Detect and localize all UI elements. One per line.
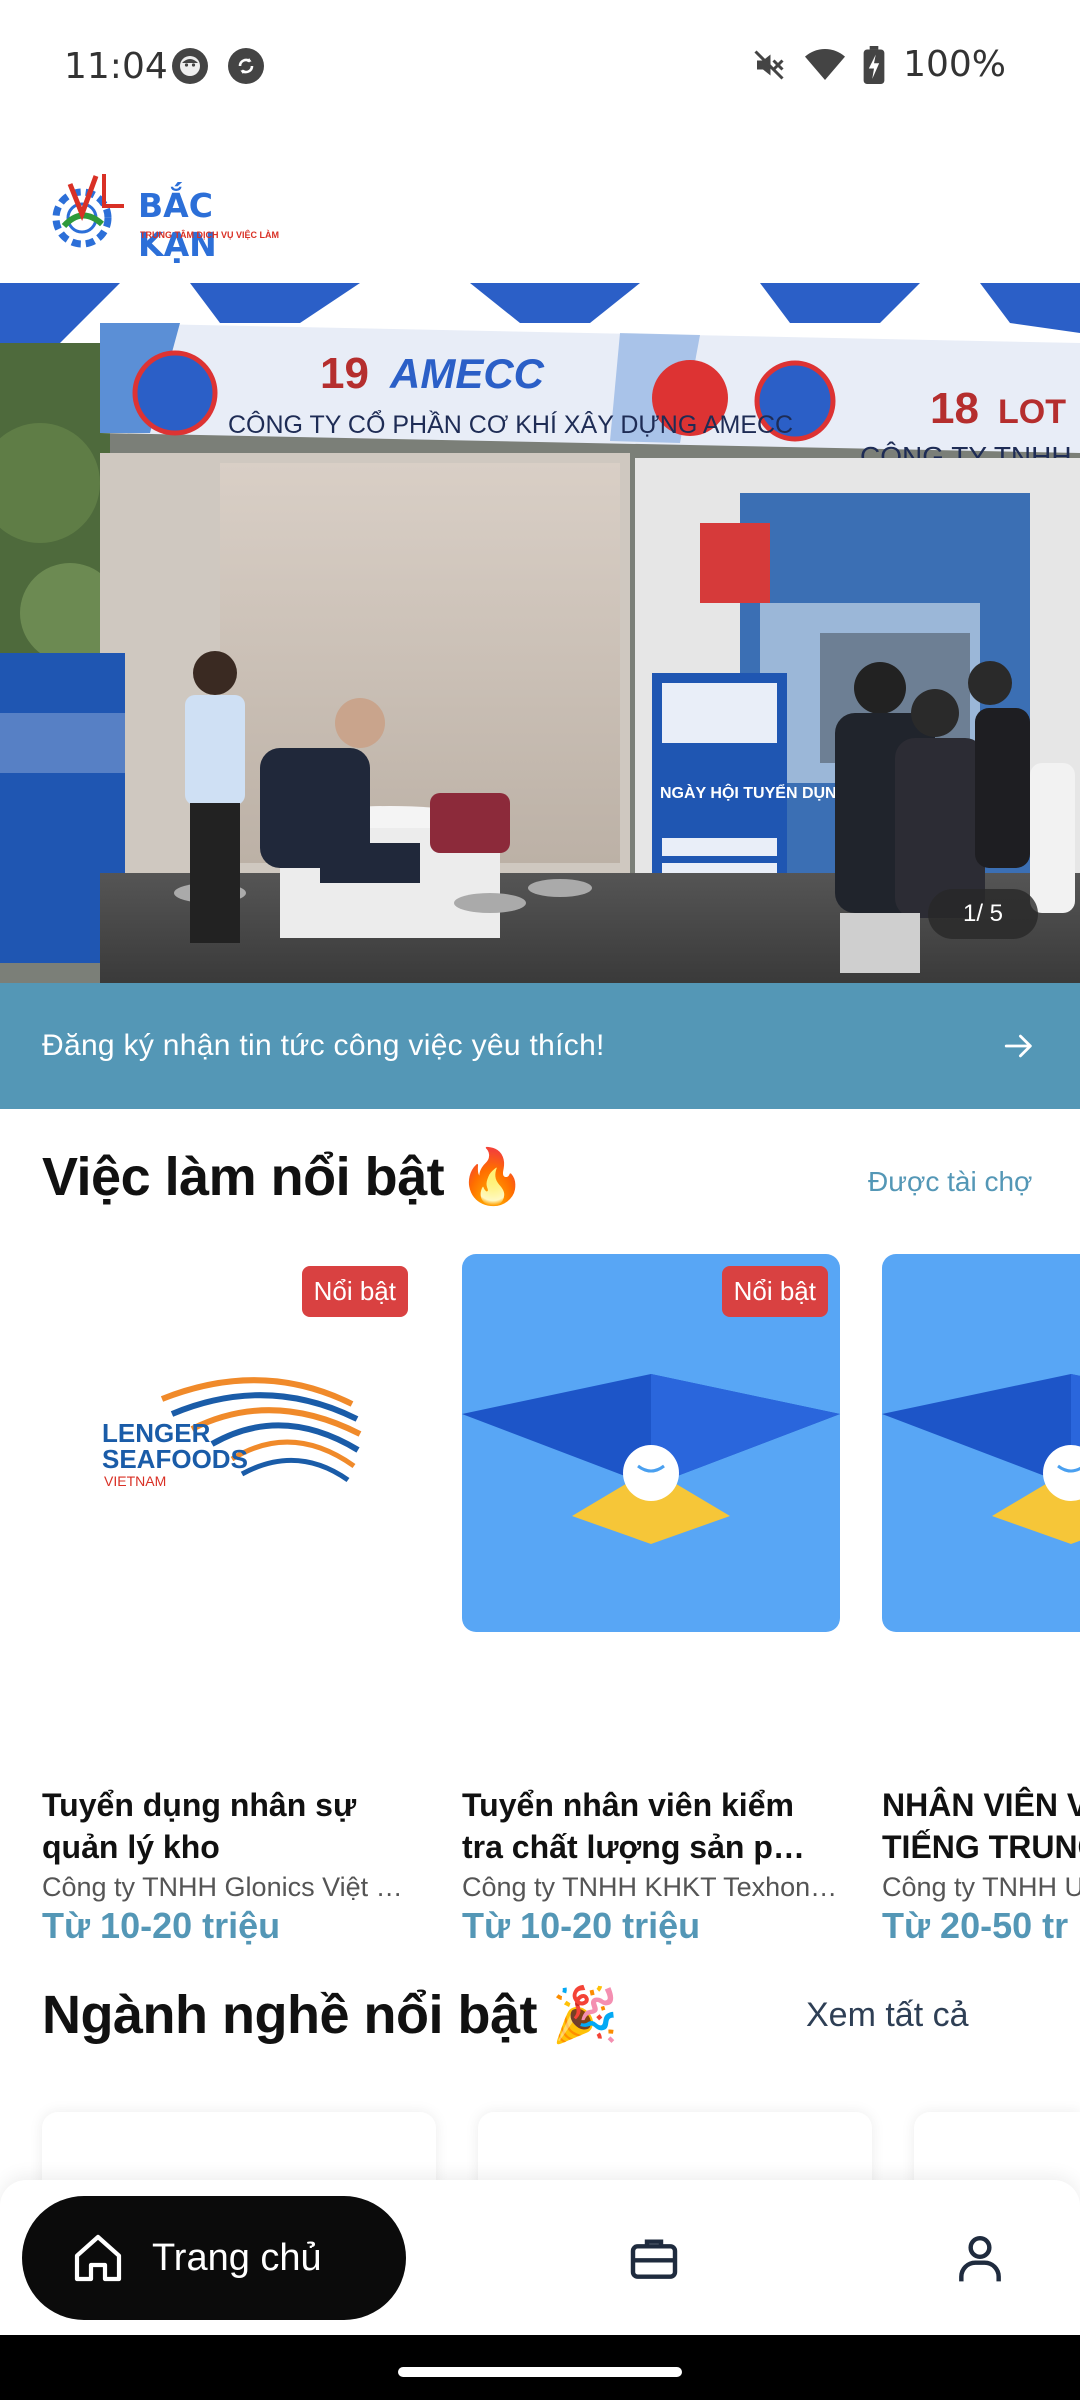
job-salary: Từ 10-20 triệu (42, 1905, 281, 1946)
job-placeholder-image (882, 1254, 1080, 1632)
battery-percent: 100% (903, 44, 1006, 85)
subscribe-label: Đăng ký nhận tin tức công việc yêu thích… (42, 1029, 605, 1062)
bottom-navigation: Trang chủ (0, 2180, 1080, 2335)
featured-badge: Nổi bật (721, 1266, 828, 1317)
battery-icon (863, 45, 885, 84)
status-time: 11:04 (64, 46, 168, 87)
home-icon (74, 2234, 122, 2282)
booth-number-right: 18 (930, 384, 979, 433)
job-title: Tuyển nhân viên kiểm tra chất lượng sản … (462, 1784, 840, 1868)
nav-home-label: Trang chủ (152, 2236, 322, 2279)
featured-jobs-link[interactable]: Được tài chợ (868, 1166, 1032, 1198)
sync-notification-icon (228, 48, 264, 84)
job-title-line2: TIẾNG TRUNG (882, 1829, 1080, 1865)
hero-carousel[interactable]: 19 AMECC CÔNG TY CỔ PHẦN CƠ KHÍ XÂY DỰNG… (0, 283, 1080, 983)
booth-number-left: 19 (320, 349, 369, 398)
status-bar: 11:04 100% (0, 0, 1080, 135)
face-notification-icon (172, 48, 208, 84)
job-placeholder-image: Nổi bật (462, 1254, 840, 1632)
featured-jobs-title: Việc làm nổi bật 🔥 (42, 1147, 526, 1207)
profile-icon[interactable] (952, 2230, 1008, 2286)
booth-company-left: CÔNG TY CỔ PHẦN CƠ KHÍ XÂY DỰNG AMECC (228, 409, 793, 439)
featured-industries-title: Ngành nghề nổi bật 🎉 (42, 1985, 619, 2045)
job-salary: Từ 10-20 triệu (462, 1905, 701, 1946)
subscribe-banner[interactable]: Đăng ký nhận tin tức công việc yêu thích… (0, 983, 1080, 1109)
job-card-clip: NHÂN VIÊN V TIẾNG TRUNG Công ty TNHH U T… (882, 1254, 1080, 1974)
job-title-line1: Tuyển nhân viên kiểm (462, 1787, 794, 1823)
job-company: Công ty TNHH KHKT Texhon… (462, 1872, 838, 1902)
job-title-line2: tra chất lượng sản p… (462, 1829, 805, 1865)
arrow-right-icon[interactable] (1002, 1029, 1036, 1063)
job-card[interactable]: Nổi bật Tuyển nhân viên kiểm tra chất lư… (462, 1254, 840, 1947)
job-title-line2: quản lý kho (42, 1829, 220, 1865)
nav-home-button[interactable]: Trang chủ (22, 2196, 406, 2320)
lenger-logo-line3: VIETNAM (104, 1473, 166, 1489)
logo-gear-icon (52, 174, 124, 248)
system-icons: 100% (751, 44, 1006, 85)
booth-brand-right: LOT (998, 393, 1066, 431)
logo-title: BẮC KẠN (138, 186, 217, 264)
lenger-logo-line2: SEAFOODS (102, 1444, 248, 1474)
job-title: NHÂN VIÊN V TIẾNG TRUNG (882, 1784, 1080, 1868)
poster-title: NGÀY HỘI TUYỂN DỤNG (660, 783, 849, 802)
company-logo-lenger: Nổi bật LENGER SEAFOODS VIETNAM (42, 1254, 420, 1632)
home-gesture-handle[interactable] (398, 2367, 682, 2377)
envelope-placeholder-icon (882, 1374, 1080, 1544)
job-card[interactable]: NHÂN VIÊN V TIẾNG TRUNG Công ty TNHH U T… (882, 1254, 1080, 1947)
booth-brand-left: AMECC (389, 350, 545, 397)
mute-icon (754, 49, 784, 80)
wifi-icon (805, 48, 846, 80)
job-title-line1: Tuyển dụng nhân sự (42, 1787, 357, 1823)
see-all-link[interactable]: Xem tất cả (806, 1996, 969, 2035)
notification-icons (172, 48, 264, 84)
job-fair-photo: 19 AMECC CÔNG TY CỔ PHẦN CƠ KHÍ XÂY DỰNG… (0, 283, 1080, 983)
job-card[interactable]: Nổi bật LENGER SEAFOODS VIETNAM Tuyển dụ… (42, 1254, 420, 1947)
briefcase-icon[interactable] (626, 2230, 682, 2286)
lenger-logo-graphic: LENGER SEAFOODS VIETNAM (102, 1377, 362, 1489)
job-title: Tuyển dụng nhân sự quản lý kho (42, 1784, 420, 1868)
job-company: Công ty TNHH Glonics Việt … (42, 1872, 403, 1902)
logo-subtitle: TRUNG TÂM DỊCH VỤ VIỆC LÀM (140, 230, 279, 240)
job-company: Công ty TNHH U (882, 1872, 1080, 1902)
job-salary: Từ 20-50 tr (882, 1905, 1069, 1946)
app-logo[interactable]: BẮC KẠN TRUNG TÂM DỊCH VỤ VIỆC LÀM (44, 162, 279, 264)
system-gesture-bar (0, 2335, 1080, 2400)
job-title-line1: NHÂN VIÊN V (882, 1787, 1080, 1823)
carousel-counter: 1/ 5 (928, 889, 1038, 939)
